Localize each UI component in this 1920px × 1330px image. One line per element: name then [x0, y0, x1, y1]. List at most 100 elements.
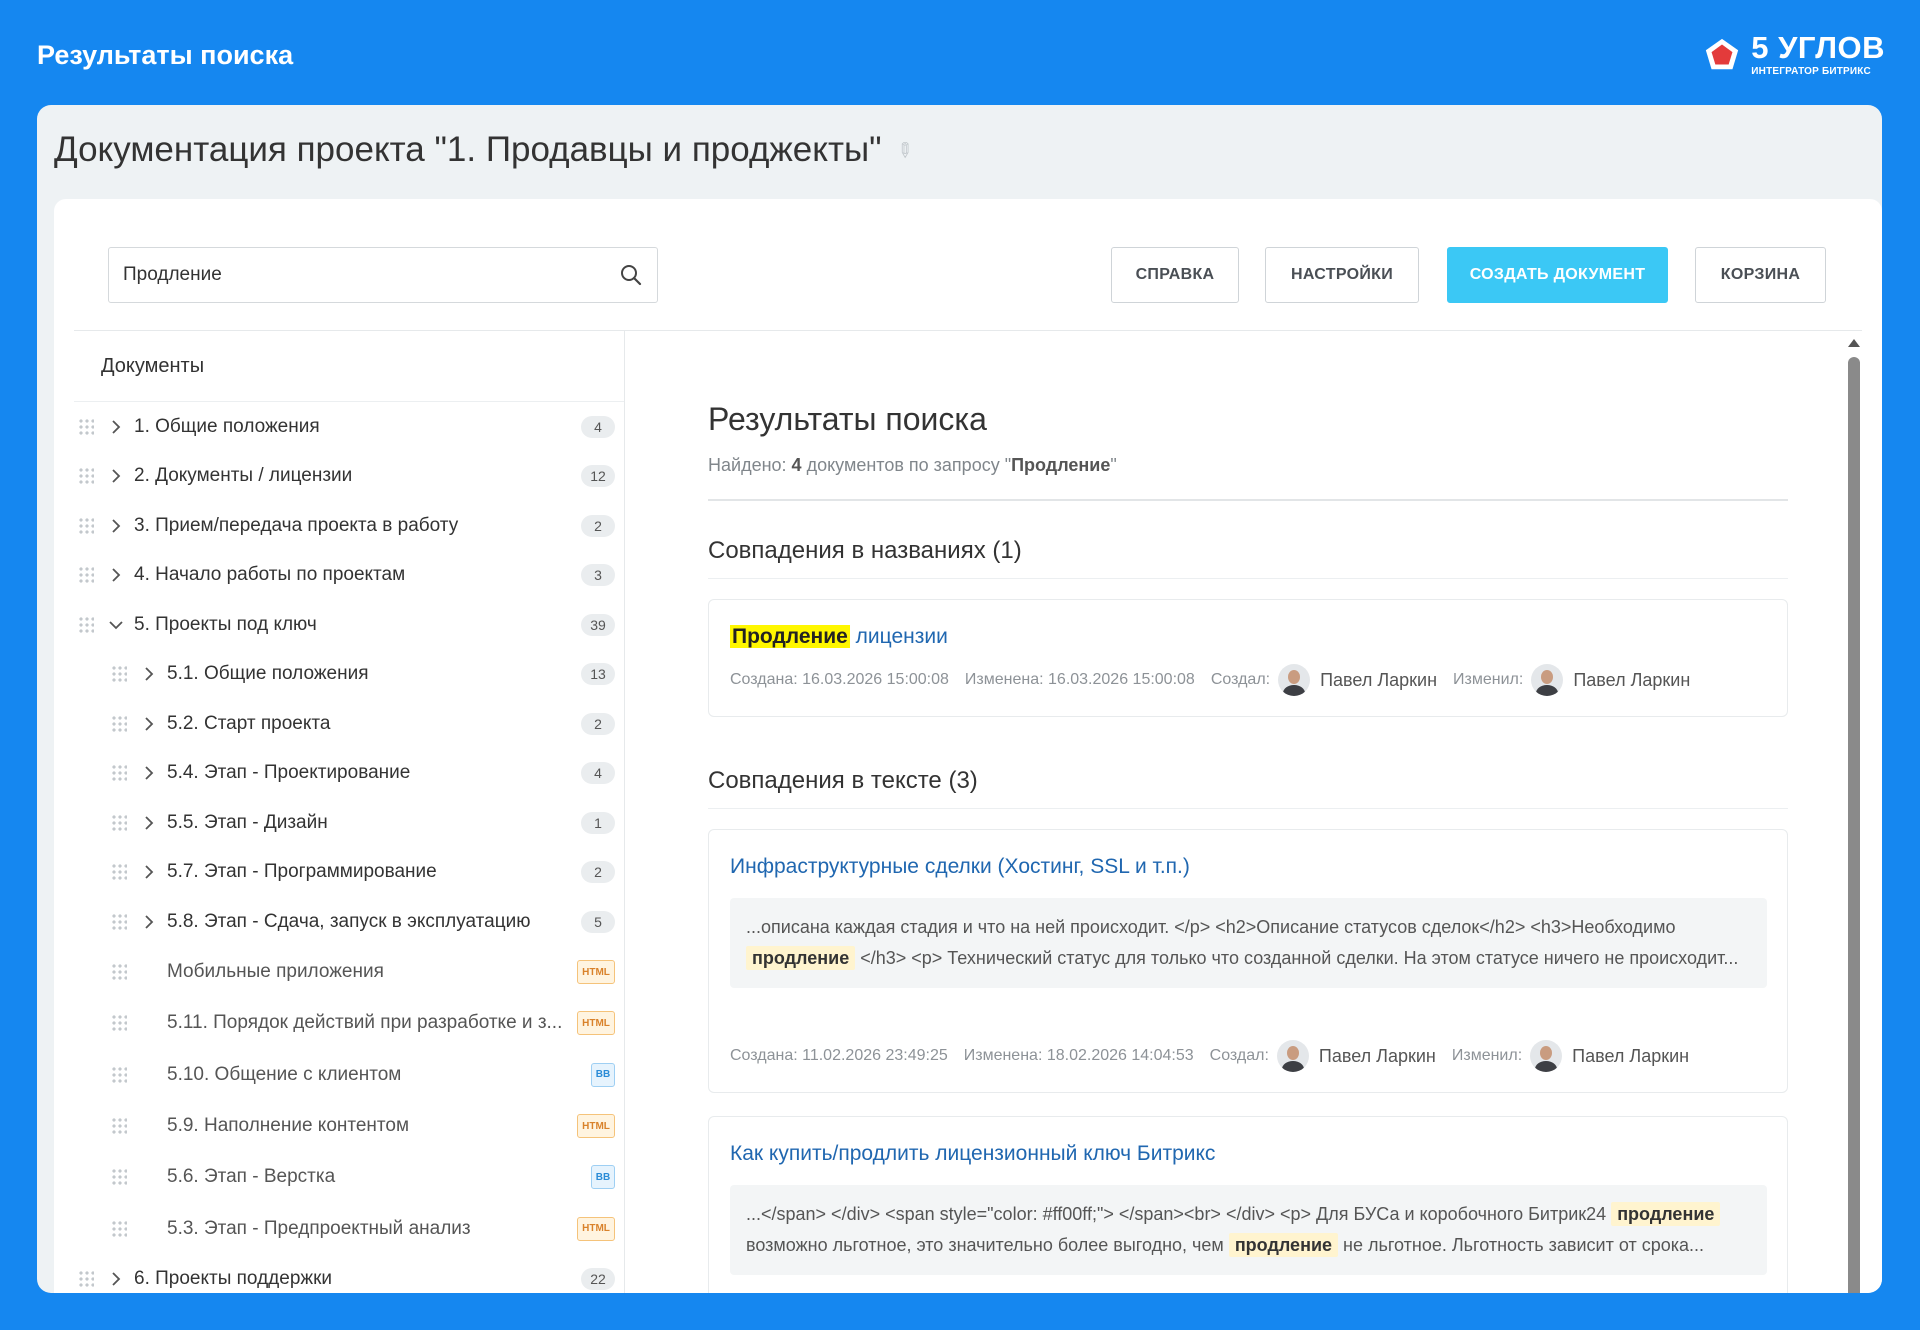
tree-item[interactable]: 5.3. Этап - Предпроектный анализ HTML [74, 1203, 624, 1254]
tree-item[interactable]: 5.6. Этап - Верстка BB [74, 1152, 624, 1203]
chevron-right-icon[interactable] [109, 568, 123, 582]
avatar[interactable] [1278, 664, 1311, 696]
tree-item-label[interactable]: 2. Документы / лицензии [134, 465, 352, 487]
item-count-badge: 2 [581, 514, 615, 537]
tree-item-label[interactable]: 5.9. Наполнение контентом [167, 1115, 409, 1137]
tree-item-label[interactable]: 5.6. Этап - Верстка [167, 1166, 335, 1188]
tree-item[interactable]: 5.5. Этап - Дизайн 1 [74, 798, 624, 848]
drag-handle-icon[interactable] [111, 813, 127, 832]
search-field[interactable]: Продление [108, 247, 658, 303]
results-title: Результаты поиска [708, 401, 987, 437]
tree-item-label[interactable]: 3. Прием/передача проекта в работу [134, 515, 458, 537]
drag-handle-icon[interactable] [111, 963, 127, 982]
chevron-right-icon[interactable] [142, 667, 156, 681]
tree-item[interactable]: 5.10. Общение с клиентом BB [74, 1049, 624, 1100]
settings-button[interactable]: НАСТРОЙКИ [1265, 247, 1419, 303]
tree-item[interactable]: 1. Общие положения 4 [74, 402, 624, 452]
snippet-text: ...</span> </div> <span style="color: #f… [746, 1204, 1612, 1224]
drag-handle-icon[interactable] [78, 467, 94, 486]
chevron-right-icon[interactable] [142, 816, 156, 830]
tree-item-label[interactable]: 5.2. Старт проекта [167, 713, 330, 735]
editor-name[interactable]: Павел Ларкин [1573, 670, 1690, 691]
chevron-right-icon[interactable] [109, 519, 123, 533]
result-title-link[interactable]: Инфраструктурные сделки (Хостинг, SSL и … [730, 855, 1190, 879]
search-icon[interactable] [619, 263, 643, 287]
editor-name[interactable]: Павел Ларкин [1572, 1046, 1689, 1067]
modified-date: Изменена: 16.03.2026 15:00:08 [964, 671, 1195, 688]
avatar[interactable] [1531, 664, 1564, 696]
tree-item-label[interactable]: 1. Общие положения [134, 416, 320, 438]
help-button[interactable]: СПРАВКА [1111, 247, 1239, 303]
doc-type-badge: BB [591, 1165, 615, 1190]
avatar[interactable] [1276, 1040, 1309, 1072]
tree-item[interactable]: 5.2. Старт проекта 2 [74, 699, 624, 749]
drag-handle-icon[interactable] [78, 615, 94, 634]
chevron-right-icon[interactable] [109, 469, 123, 483]
result-title-link[interactable]: Продление лицензии [730, 625, 948, 649]
drag-handle-icon[interactable] [111, 1065, 127, 1084]
scroll-up-arrow[interactable] [1848, 339, 1860, 347]
chevron-down-icon[interactable] [109, 618, 123, 632]
drag-handle-icon[interactable] [111, 1117, 127, 1136]
chevron-right-icon[interactable] [109, 1272, 123, 1286]
tree-item-label[interactable]: Мобильные приложения [167, 961, 384, 983]
drag-handle-icon[interactable] [111, 1219, 127, 1238]
drag-handle-icon[interactable] [111, 764, 127, 783]
tree-item-label[interactable]: 5.3. Этап - Предпроектный анализ [167, 1218, 471, 1240]
tree-item[interactable]: 3. Прием/передача проекта в работу 2 [74, 501, 624, 551]
tree-item[interactable]: 5. Проекты под ключ 39 [74, 600, 624, 650]
tree-item-label[interactable]: 5. Проекты под ключ [134, 614, 317, 636]
brand-logo[interactable]: 5 УГЛОВ ИНТЕГРАТОР БИТРИКС [1703, 32, 1885, 77]
results-divider [708, 499, 1788, 501]
drag-handle-icon[interactable] [78, 516, 94, 535]
trash-button[interactable]: КОРЗИНА [1695, 247, 1826, 303]
chevron-right-icon[interactable] [142, 766, 156, 780]
tree-item-label[interactable]: 5.7. Этап - Программирование [167, 861, 437, 883]
drag-handle-icon[interactable] [111, 912, 127, 931]
drag-handle-icon[interactable] [111, 665, 127, 684]
tree-item[interactable]: 5.7. Этап - Программирование 2 [74, 848, 624, 898]
tree-item-label[interactable]: 5.10. Общение с клиентом [167, 1064, 401, 1086]
tree-item[interactable]: 5.4. Этап - Проектирование 4 [74, 749, 624, 799]
result-title-link[interactable]: Как купить/продлить лицензионный ключ Би… [730, 1142, 1215, 1166]
page-title: Документация проекта "1. Продавцы и прод… [54, 130, 882, 169]
chevron-right-icon[interactable] [109, 420, 123, 434]
tree-item-label[interactable]: 5.8. Этап - Сдача, запуск в эксплуатацию [167, 911, 531, 933]
drag-handle-icon[interactable] [111, 1014, 127, 1033]
tree-item-label[interactable]: 5.11. Порядок действий при разработке и … [167, 1012, 562, 1034]
snippet-highlight: продление [746, 946, 856, 970]
tree-item[interactable]: 5.9. Наполнение контентом HTML [74, 1100, 624, 1151]
drag-handle-icon[interactable] [78, 417, 94, 436]
avatar[interactable] [1530, 1040, 1563, 1072]
create-document-button[interactable]: СОЗДАТЬ ДОКУМЕНТ [1447, 247, 1668, 303]
tree-item[interactable]: 5.1. Общие положения 13 [74, 650, 624, 700]
tree-item[interactable]: Мобильные приложения HTML [74, 947, 624, 998]
scrollbar-thumb[interactable] [1848, 357, 1860, 1293]
result-card: Как купить/продлить лицензионный ключ Би… [708, 1116, 1788, 1293]
tree-item-label[interactable]: 5.5. Этап - Дизайн [167, 812, 328, 834]
author-name[interactable]: Павел Ларкин [1320, 670, 1437, 691]
tree-item-label[interactable]: 5.4. Этап - Проектирование [167, 762, 410, 784]
tree-item[interactable]: 4. Начало работы по проектам 3 [74, 551, 624, 601]
drag-handle-icon[interactable] [111, 863, 127, 882]
drag-handle-icon[interactable] [78, 566, 94, 585]
logo-main-text: 5 УГЛОВ [1751, 30, 1885, 65]
chevron-right-icon[interactable] [142, 915, 156, 929]
drag-handle-icon[interactable] [111, 1168, 127, 1187]
search-input[interactable]: Продление [123, 264, 619, 286]
tree-item[interactable]: 5.8. Этап - Сдача, запуск в эксплуатацию… [74, 897, 624, 947]
tree-item-label[interactable]: 6. Проекты поддержки [134, 1268, 332, 1290]
chevron-right-icon[interactable] [142, 717, 156, 731]
tree-item[interactable]: 6. Проекты поддержки 22 [74, 1254, 624, 1293]
pin-icon[interactable]: ✎ [889, 135, 919, 165]
tree-item-label[interactable]: 4. Начало работы по проектам [134, 564, 405, 586]
snippet-text: не льготное. Льготность зависит от срока… [1338, 1235, 1704, 1255]
author-name[interactable]: Павел Ларкин [1319, 1046, 1436, 1067]
drag-handle-icon[interactable] [111, 714, 127, 733]
snippet-text: </h3> <p> Технический статус для только … [855, 948, 1739, 968]
chevron-right-icon[interactable] [142, 865, 156, 879]
tree-item-label[interactable]: 5.1. Общие положения [167, 663, 369, 685]
drag-handle-icon[interactable] [78, 1270, 94, 1289]
tree-item[interactable]: 5.11. Порядок действий при разработке и … [74, 998, 624, 1049]
tree-item[interactable]: 2. Документы / лицензии 12 [74, 452, 624, 502]
